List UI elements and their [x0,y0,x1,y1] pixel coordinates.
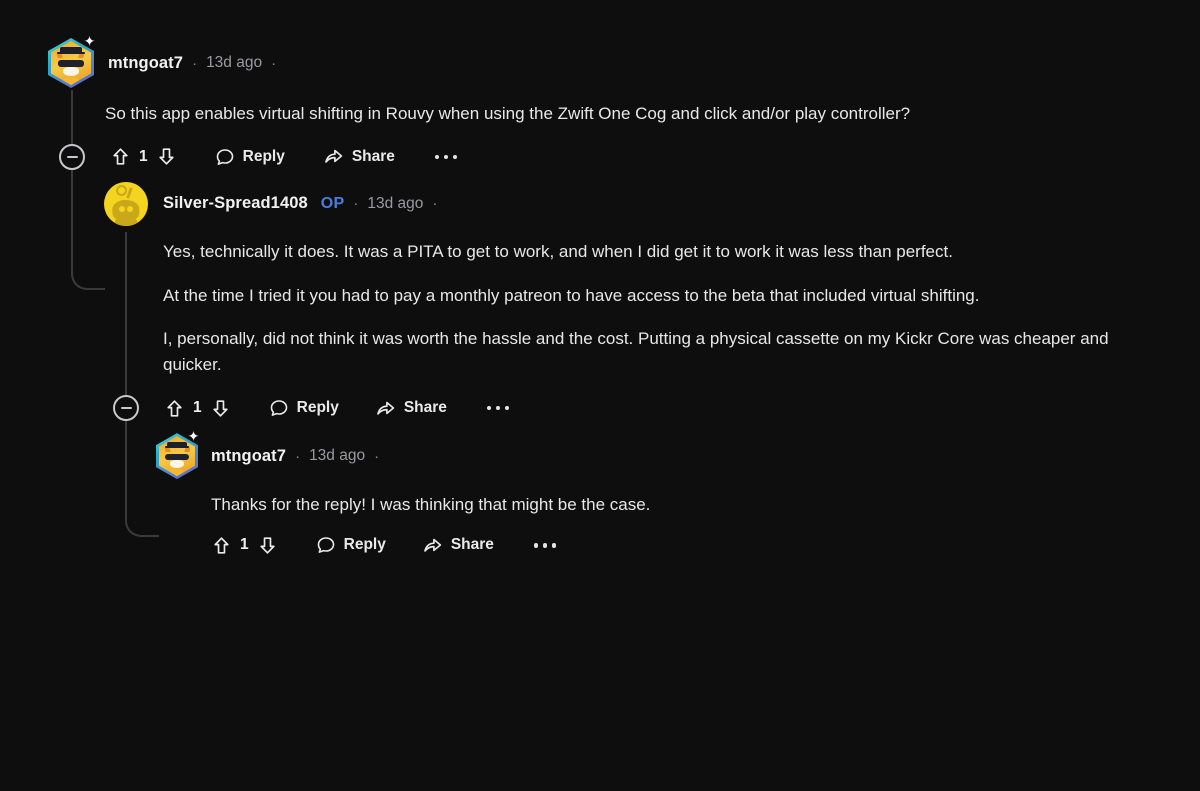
reply-button[interactable]: Reply [215,147,285,167]
share-label: Share [450,536,494,554]
minus-icon [120,407,132,410]
comment-paragraph: Yes, technically it does. It was a PITA … [163,241,953,261]
avatar-snoo-icon [104,181,148,226]
reply-button[interactable]: Reply [316,535,386,555]
comment-header: ✦ mtngoat7 · 13d ago · [48,34,1168,88]
avatar[interactable]: ✦ [156,429,199,480]
comment-author[interactable]: Silver-Spread1408 [163,194,308,213]
meta-separator: · [353,195,359,213]
comment-thread-root: ✦ mtngoat7 · 13d ago · So this app enabl… [48,34,1168,556]
comment-header: Silver-Spread1408 OP · 13d ago · [104,181,1168,226]
more-options-button[interactable] [483,402,514,415]
minus-icon [66,155,78,158]
collapse-thread-button[interactable] [113,395,139,422]
share-label: Share [351,147,395,165]
more-options-button[interactable] [530,539,561,552]
share-button[interactable]: Share [422,535,494,556]
more-options-button[interactable] [431,151,462,164]
comment-body: So this app enables virtual shifting in … [105,101,1090,127]
vote-group: 1 [164,398,231,419]
share-arrow-icon [323,146,344,167]
meta-separator-trailing: · [432,195,438,213]
reply-label: Reply [296,399,339,417]
comment-body: Thanks for the reply! I was thinking tha… [211,492,1168,518]
collapse-thread-button[interactable] [59,143,85,170]
meta-separator: · [192,54,198,72]
avatar[interactable] [104,181,148,226]
meta-separator-trailing: · [271,54,277,72]
share-arrow-icon [375,398,396,419]
comment-author[interactable]: mtngoat7 [108,54,183,73]
comment-action-bar: 1 Reply Share [59,143,1168,170]
comment-paragraph: Thanks for the reply! I was thinking tha… [211,495,651,515]
reply-label: Reply [343,536,386,554]
comment-timestamp: 13d ago [309,447,366,465]
comment-paragraph: So this app enables virtual shifting in … [105,104,911,123]
comment-action-bar: 1 Reply Share [211,535,1168,556]
avatar[interactable]: ✦ [48,34,95,88]
comment-header: ✦ mtngoat7 · 13d ago · [156,429,1168,480]
comment-paragraph: I, personally, did not think it was wort… [163,329,1109,375]
comment-paragraph: At the time I tried it you had to pay a … [163,285,980,305]
sparkle-icon: ✦ [83,33,96,49]
reply-button[interactable]: Reply [269,398,339,418]
downvote-button[interactable] [156,146,177,167]
comment-body: Yes, technically it does. It was a PITA … [163,239,1168,378]
comment-bubble-icon [269,398,289,418]
comment-bubble-icon [316,535,336,555]
vote-count: 1 [193,399,202,417]
vote-count: 1 [240,536,249,554]
comment-reply-depth-2: ✦ mtngoat7 · 13d ago · Thanks for the re… [156,429,1168,556]
comment-timestamp: 13d ago [367,194,424,212]
comment-action-bar: 1 Reply Share [113,395,1168,422]
meta-separator-trailing: · [374,447,380,465]
vote-count: 1 [139,147,148,165]
share-arrow-icon [422,535,443,556]
upvote-button[interactable] [110,146,131,167]
comment-reply-depth-1: Silver-Spread1408 OP · 13d ago · Yes, te… [104,181,1168,556]
downvote-button[interactable] [210,398,231,419]
comment-timestamp: 13d ago [206,54,263,71]
share-label: Share [403,399,447,417]
comment-thread-page: ✦ mtngoat7 · 13d ago · So this app enabl… [0,0,1200,791]
share-button[interactable]: Share [323,146,395,167]
comment-bubble-icon [215,147,235,167]
vote-group: 1 [110,146,177,167]
upvote-button[interactable] [211,535,232,556]
reply-label: Reply [242,147,285,165]
comment-author[interactable]: mtngoat7 [211,447,286,466]
op-badge: OP [320,194,345,212]
downvote-button[interactable] [257,535,278,556]
meta-separator: · [295,447,301,465]
upvote-button[interactable] [164,398,185,419]
vote-group: 1 [211,535,278,556]
sparkle-icon: ✦ [187,428,200,445]
share-button[interactable]: Share [375,398,447,419]
avatar-hex-cat-icon: ✦ [156,429,199,480]
avatar-hex-cat-icon: ✦ [48,34,95,88]
